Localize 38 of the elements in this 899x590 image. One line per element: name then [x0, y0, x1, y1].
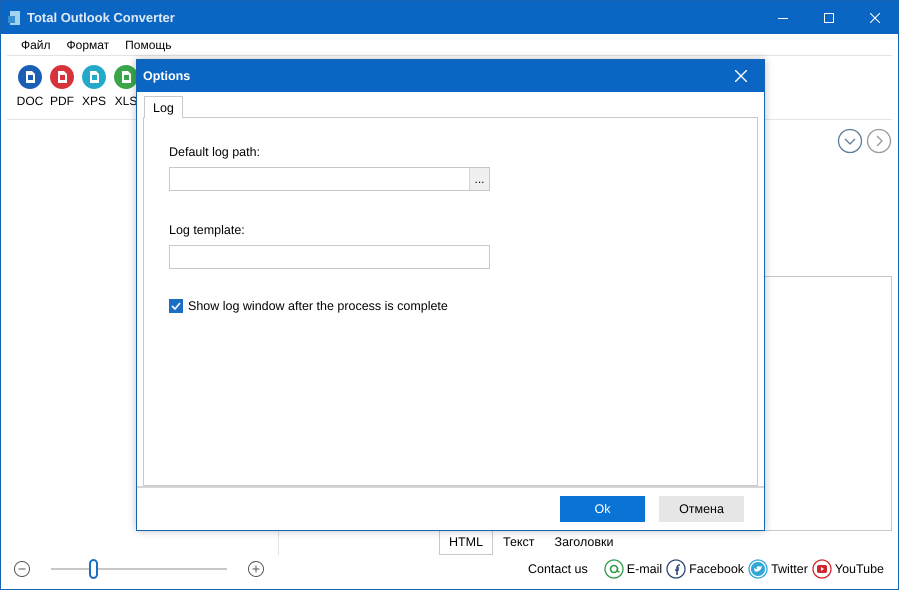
- ok-button[interactable]: Ok: [560, 496, 645, 522]
- next-button[interactable]: [866, 128, 892, 154]
- view-tab[interactable]: Заголовки: [544, 531, 624, 555]
- close-icon: [735, 70, 747, 82]
- social-link[interactable]: YouTube: [810, 559, 886, 579]
- expand-button[interactable]: [837, 128, 863, 154]
- menu-item[interactable]: Файл: [13, 36, 59, 54]
- input-field[interactable]: ...: [169, 166, 490, 191]
- social-link[interactable]: Twitter: [746, 559, 810, 579]
- document-icon: [82, 65, 106, 89]
- slider-thumb[interactable]: [89, 559, 98, 579]
- document-icon: [50, 65, 74, 89]
- cancel-button[interactable]: Отмена: [659, 496, 744, 522]
- menu-item[interactable]: Помощь: [117, 36, 180, 54]
- app-icon: [7, 10, 23, 26]
- contact-label: Contact us: [528, 560, 588, 578]
- view-tab[interactable]: HTML: [439, 531, 494, 555]
- social-link[interactable]: Facebook: [664, 559, 746, 579]
- dialog-title: Options: [143, 68, 190, 85]
- zoom-out-button[interactable]: [13, 560, 31, 578]
- view-tab[interactable]: Текст: [493, 531, 545, 555]
- format-button[interactable]: PDF: [49, 65, 75, 119]
- format-button[interactable]: DOC: [17, 65, 43, 119]
- menu-item[interactable]: Формат: [58, 36, 118, 54]
- format-button[interactable]: XPS: [81, 65, 107, 119]
- zoom-in-button[interactable]: [247, 560, 265, 578]
- close-icon: [870, 12, 880, 22]
- field-label: Log template:: [169, 222, 246, 239]
- input-field[interactable]: [169, 244, 490, 268]
- field-label: Default log path:: [169, 144, 262, 161]
- social-link[interactable]: E-mail: [602, 559, 664, 579]
- browse-button[interactable]: ...: [469, 168, 489, 190]
- checkbox[interactable]: [169, 298, 183, 313]
- document-icon: [18, 65, 42, 89]
- checkbox-label: Show log window after the process is complete: [188, 298, 448, 315]
- dialog-tab[interactable]: Log: [144, 96, 183, 118]
- maximize-icon: [824, 12, 834, 22]
- window-title: Total Outlook Converter: [27, 8, 175, 27]
